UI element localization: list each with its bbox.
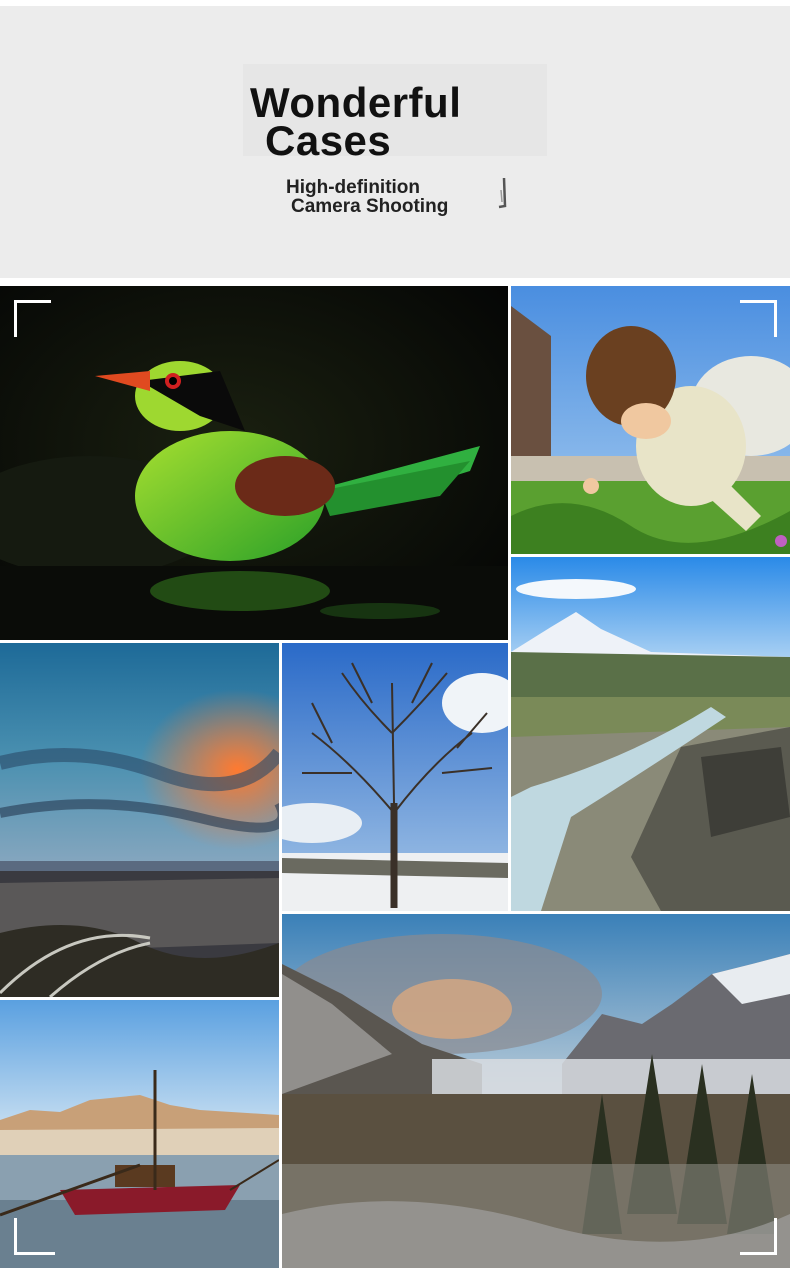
frame-corner-bottom-left xyxy=(14,1218,55,1255)
subtitle-line-1: High-definition xyxy=(286,177,421,198)
winter-tree-photo xyxy=(282,643,508,911)
page-subtitle: High-definition Camera Shooting xyxy=(286,178,448,216)
page-title: Wonderful Cases xyxy=(250,82,461,164)
snowy-valley-photo xyxy=(282,914,790,1268)
frame-corner-top-right xyxy=(740,300,777,337)
bird-photo xyxy=(0,286,508,640)
frame-corner-top-left xyxy=(14,300,51,337)
title-line-2: Cases xyxy=(265,117,392,164)
subtitle-line-2: Camera Shooting xyxy=(291,196,449,217)
decorative-stroke-icon xyxy=(498,177,507,209)
city-sunset-photo xyxy=(0,643,279,997)
mountain-river-photo xyxy=(511,557,790,911)
frame-corner-bottom-right xyxy=(740,1218,777,1255)
